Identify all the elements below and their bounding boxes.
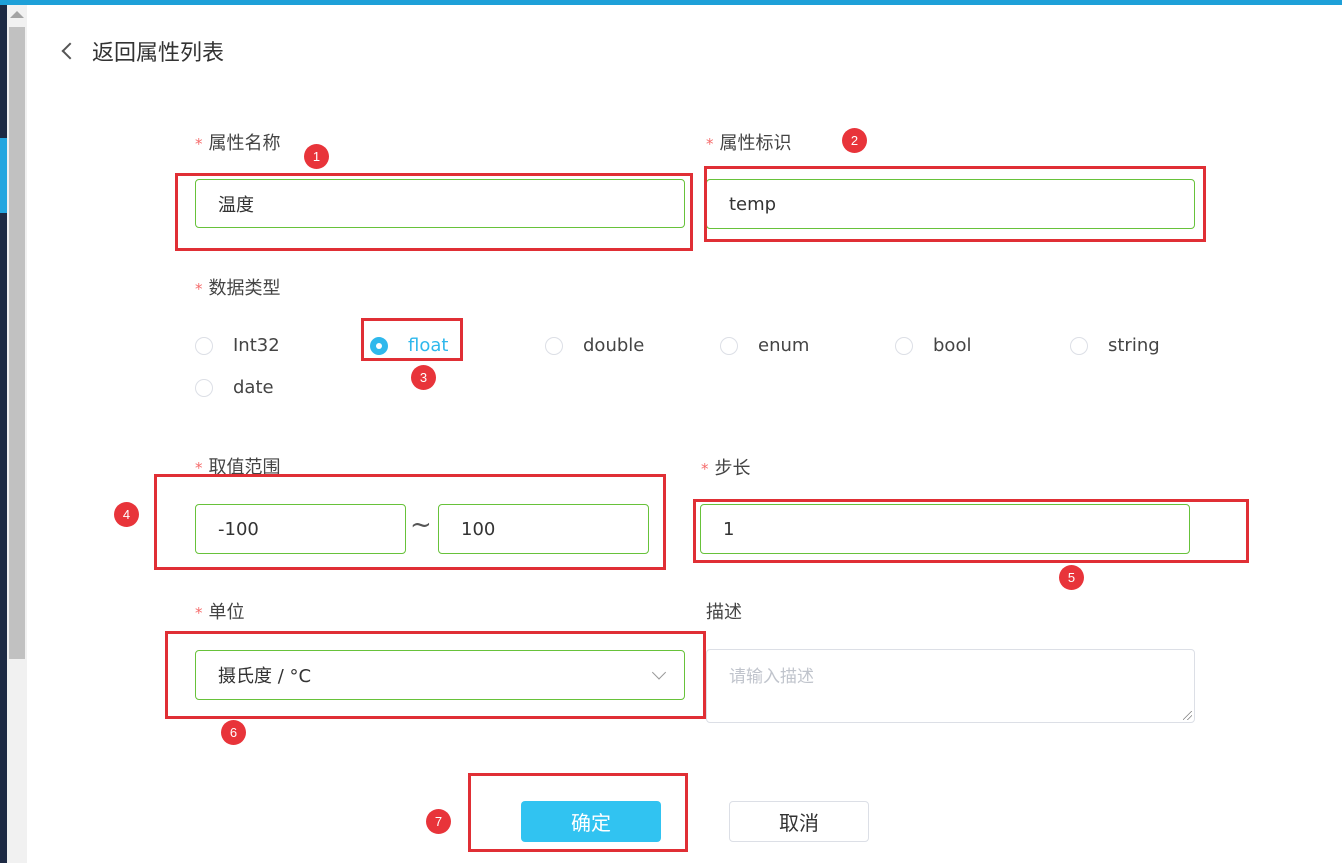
- step-input[interactable]: 1: [700, 504, 1190, 554]
- range-min-input[interactable]: -100: [195, 504, 406, 554]
- range-max-input[interactable]: 100: [438, 504, 649, 554]
- unit-label-text: 单位: [208, 602, 245, 623]
- range-label-text: 取值范围: [208, 457, 281, 478]
- resize-handle-icon[interactable]: [1183, 711, 1192, 720]
- identifier-input[interactable]: temp: [706, 179, 1195, 229]
- sidebar-active-indicator: [0, 138, 7, 213]
- name-input[interactable]: 温度: [195, 179, 685, 228]
- required-mark: *: [195, 135, 203, 153]
- top-accent-bar: [0, 0, 1342, 5]
- annotation-badge: 3: [411, 365, 436, 390]
- annotation-badge: 4: [114, 502, 139, 527]
- required-mark: *: [195, 459, 203, 477]
- confirm-button[interactable]: 确定: [521, 801, 661, 842]
- radio-label: bool: [933, 335, 972, 356]
- annotation-badge: 5: [1059, 565, 1084, 590]
- step-label: * 步长: [701, 454, 751, 480]
- data-type-label: * 数据类型: [195, 274, 281, 300]
- radio-circle-checked: [370, 336, 388, 355]
- data-type-label-text: 数据类型: [208, 278, 281, 299]
- radio-int32[interactable]: Int32: [195, 335, 280, 356]
- description-label: 描述: [706, 602, 742, 623]
- name-label-text: 属性名称: [208, 133, 281, 154]
- radio-string[interactable]: string: [1070, 335, 1160, 356]
- radio-double[interactable]: double: [545, 335, 644, 356]
- annotation-badge: 2: [842, 128, 867, 153]
- description-placeholder: 请输入描述: [729, 667, 814, 687]
- chevron-down-icon: [651, 665, 667, 680]
- radio-circle: [720, 336, 738, 355]
- chevron-left-icon: [61, 42, 79, 60]
- radio-circle: [545, 336, 563, 355]
- required-mark: *: [195, 604, 203, 622]
- back-label: 返回属性列表: [92, 41, 225, 66]
- annotation-badge: 1: [304, 144, 329, 169]
- required-mark: *: [701, 460, 709, 478]
- scroll-up-arrow[interactable]: [10, 11, 24, 18]
- radio-float[interactable]: float: [370, 335, 448, 356]
- radio-label: date: [233, 377, 274, 398]
- unit-select[interactable]: 摄氏度 / °C: [195, 650, 685, 700]
- step-label-text: 步长: [714, 458, 751, 479]
- radio-circle: [1070, 336, 1088, 355]
- identifier-label: * 属性标识: [706, 129, 792, 155]
- back-to-list-link[interactable]: 返回属性列表: [58, 33, 224, 69]
- radio-enum[interactable]: enum: [720, 335, 809, 356]
- radio-label: float: [408, 335, 449, 356]
- radio-circle: [895, 336, 913, 355]
- scrollbar-thumb[interactable]: [9, 27, 25, 659]
- radio-circle: [195, 336, 213, 355]
- radio-label: double: [583, 335, 645, 356]
- name-label: * 属性名称: [195, 129, 281, 155]
- unit-label: * 单位: [195, 598, 245, 624]
- description-textarea[interactable]: 请输入描述: [706, 649, 1195, 723]
- range-separator: ~: [410, 510, 432, 540]
- identifier-label-text: 属性标识: [719, 133, 792, 154]
- cancel-button[interactable]: 取消: [729, 801, 869, 842]
- required-mark: *: [706, 135, 714, 153]
- radio-label: enum: [758, 335, 810, 356]
- required-mark: *: [195, 280, 203, 298]
- radio-label: string: [1108, 335, 1160, 356]
- radio-bool[interactable]: bool: [895, 335, 971, 356]
- radio-date[interactable]: date: [195, 377, 274, 398]
- unit-select-value: 摄氏度 / °C: [218, 666, 312, 687]
- radio-circle: [195, 378, 213, 397]
- sidebar-edge: [0, 5, 7, 863]
- annotation-badge: 6: [221, 720, 246, 745]
- range-label: * 取值范围: [195, 453, 281, 479]
- radio-label: Int32: [233, 335, 280, 356]
- annotation-badge: 7: [426, 809, 451, 834]
